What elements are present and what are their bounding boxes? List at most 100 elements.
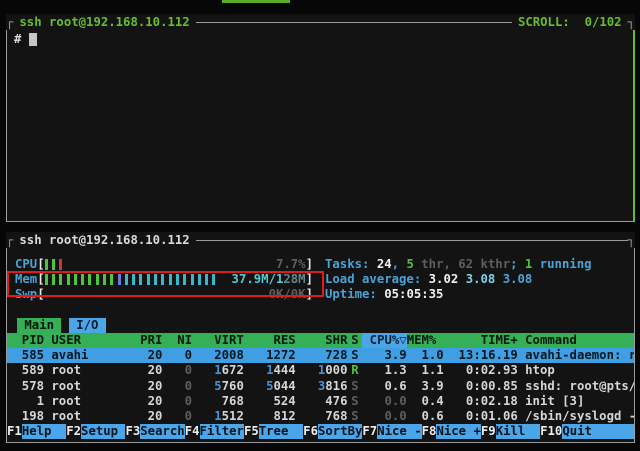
cell-ni: 0 <box>162 394 192 409</box>
cell-pid: 589 <box>7 363 44 378</box>
htop-pane-box: CPU[7.7%] Tasks: 24, 5 thr, 62 kthr; 1 r… <box>6 248 635 443</box>
scroll-indicator: SCROLL: 0/102 <box>518 14 622 30</box>
cell-cpu: 3.9 <box>362 348 406 363</box>
shell-pane-title: ssh root@192.168.10.112 <box>19 14 189 30</box>
cpu-meter-bar <box>45 259 67 270</box>
process-row-198[interactable]: 198root2001512812768S0.00.60:01.06/sbin/… <box>7 409 634 424</box>
fkey-f1[interactable]: F1Help <box>7 424 66 439</box>
cell-ni: 0 <box>162 348 192 363</box>
fkey-f2[interactable]: F2Setup <box>66 424 125 439</box>
cell-time: 13:16.19 <box>444 348 518 363</box>
corner-top-right: ┐ <box>628 232 635 248</box>
tab-i-o[interactable]: I/O <box>69 318 106 333</box>
cell-pri: 20 <box>125 379 162 394</box>
cell-cmd: init [3] <box>518 394 634 409</box>
uptime: Uptime: 05:05:35 <box>325 287 443 302</box>
fkey-f4[interactable]: F4Filter <box>185 424 244 439</box>
cpu-meter-value: 7.7% <box>276 257 306 272</box>
fkey-f5[interactable]: F5Tree <box>244 424 303 439</box>
process-row-578[interactable]: 578root200576050443816S0.63.90:00.85sshd… <box>7 379 634 394</box>
mem-meter-value: 37.9M/128M <box>232 272 306 287</box>
cell-res: 812 <box>244 409 296 424</box>
cell-ni: 0 <box>162 363 192 378</box>
text-cursor <box>29 33 37 46</box>
cell-ni: 0 <box>162 409 192 424</box>
cell-res: 524 <box>244 394 296 409</box>
header-row-mem: Mem[37.9M/128M] Load average: 3.02 3.08 … <box>7 272 634 287</box>
process-table-header: PIDUSERPRINIVIRTRESSHRSCPU%▽MEM%TIME+Com… <box>7 333 634 348</box>
cell-user: root <box>44 363 125 378</box>
cell-pid: 198 <box>7 409 44 424</box>
cell-ni: 0 <box>162 379 192 394</box>
cell-virt: 1512 <box>192 409 244 424</box>
cell-cmd: sshd: root@pts/1 <box>518 379 634 394</box>
swap-meter: Swp[0K/0K] <box>15 287 313 302</box>
load-average: Load average: 3.02 3.08 3.08 <box>325 272 532 287</box>
cell-cpu: 0.0 <box>362 409 406 424</box>
prompt-symbol: # <box>14 32 21 46</box>
process-row-585[interactable]: 585avahi20020081272728S3.91.013:16.19ava… <box>7 348 634 363</box>
mem-meter-bar <box>45 274 220 285</box>
tab-main[interactable]: Main <box>17 318 61 333</box>
process-row-1[interactable]: 1root200768524476S0.00.40:02.18init [3] <box>7 394 634 409</box>
cell-pri: 20 <box>125 409 162 424</box>
column-header-virt[interactable]: VIRT <box>192 333 244 348</box>
column-header-shr[interactable]: SHR <box>296 333 348 348</box>
titlebar-rule <box>196 22 512 23</box>
htop-pane-title: ssh root@192.168.10.112 <box>19 232 189 248</box>
cell-pid: 585 <box>7 348 44 363</box>
cell-mem: 1.1 <box>407 363 444 378</box>
cell-user: root <box>44 409 125 424</box>
titlebar-rule <box>196 240 628 241</box>
cell-cmd: /sbin/syslogd -n <box>518 409 634 424</box>
process-table-body: 585avahi20020081272728S3.91.013:16.19ava… <box>7 348 634 424</box>
cell-res: 1444 <box>244 363 296 378</box>
column-header-time[interactable]: TIME+ <box>444 333 518 348</box>
corner-top-left: ┌ <box>6 14 13 30</box>
cell-time: 0:02.93 <box>444 363 518 378</box>
cell-mem: 1.0 <box>407 348 444 363</box>
column-header-user[interactable]: USER <box>44 333 125 348</box>
cell-cpu: 0.6 <box>362 379 406 394</box>
cell-s: S <box>348 379 363 394</box>
fkey-f6[interactable]: F6SortBy <box>303 424 362 439</box>
function-key-bar: F1Help F2Setup F3SearchF4FilterF5Tree F6… <box>7 424 634 439</box>
column-header-pid[interactable]: PID <box>7 333 44 348</box>
cell-mem: 0.4 <box>407 394 444 409</box>
cell-pri: 20 <box>125 394 162 409</box>
column-header-ni[interactable]: NI <box>162 333 192 348</box>
mem-meter: Mem[37.9M/128M] <box>15 272 313 287</box>
fkey-f7[interactable]: F7Nice - <box>362 424 421 439</box>
header-row-swp: Swp[0K/0K] Uptime: 05:05:35 <box>7 287 634 302</box>
cell-s: R <box>348 363 363 378</box>
htop-tabs: Main I/O <box>7 318 634 333</box>
column-header-pri[interactable]: PRI <box>125 333 162 348</box>
cell-user: root <box>44 394 125 409</box>
shell-pane-titlebar: ┌ ssh root@192.168.10.112 SCROLL: 0/102 … <box>6 14 635 30</box>
fkey-f9[interactable]: F9Kill <box>481 424 540 439</box>
column-header-res[interactable]: RES <box>244 333 296 348</box>
cell-res: 1272 <box>244 348 296 363</box>
cell-pri: 20 <box>125 348 162 363</box>
shell-pane-box: # <box>6 30 635 222</box>
column-header-s[interactable]: S <box>348 333 363 348</box>
cell-pid: 578 <box>7 379 44 394</box>
fkey-f3[interactable]: F3Search <box>125 424 184 439</box>
column-header-mem[interactable]: MEM% <box>407 333 444 348</box>
fkey-f8[interactable]: F8Nice + <box>422 424 481 439</box>
corner-top-left: ┌ <box>6 232 13 248</box>
cell-shr: 476 <box>296 394 348 409</box>
blank-row <box>7 303 634 318</box>
fkey-f10[interactable]: F10Quit <box>540 424 607 439</box>
cell-shr: 3816 <box>296 379 348 394</box>
cell-s: S <box>348 409 363 424</box>
tasks-summary: Tasks: 24, 5 thr, 62 kthr; 1 running <box>325 257 592 272</box>
header-row-cpu: CPU[7.7%] Tasks: 24, 5 thr, 62 kthr; 1 r… <box>7 257 634 272</box>
column-header-cpu[interactable]: CPU%▽ <box>362 333 406 348</box>
cell-pid: 1 <box>7 394 44 409</box>
process-row-589[interactable]: 589root200167214441000R1.31.10:02.93htop <box>7 363 634 378</box>
column-header-cmd[interactable]: Command <box>518 333 634 348</box>
cell-virt: 768 <box>192 394 244 409</box>
corner-top-right: ┐ <box>628 14 635 30</box>
shell-prompt-line[interactable]: # <box>7 30 633 46</box>
